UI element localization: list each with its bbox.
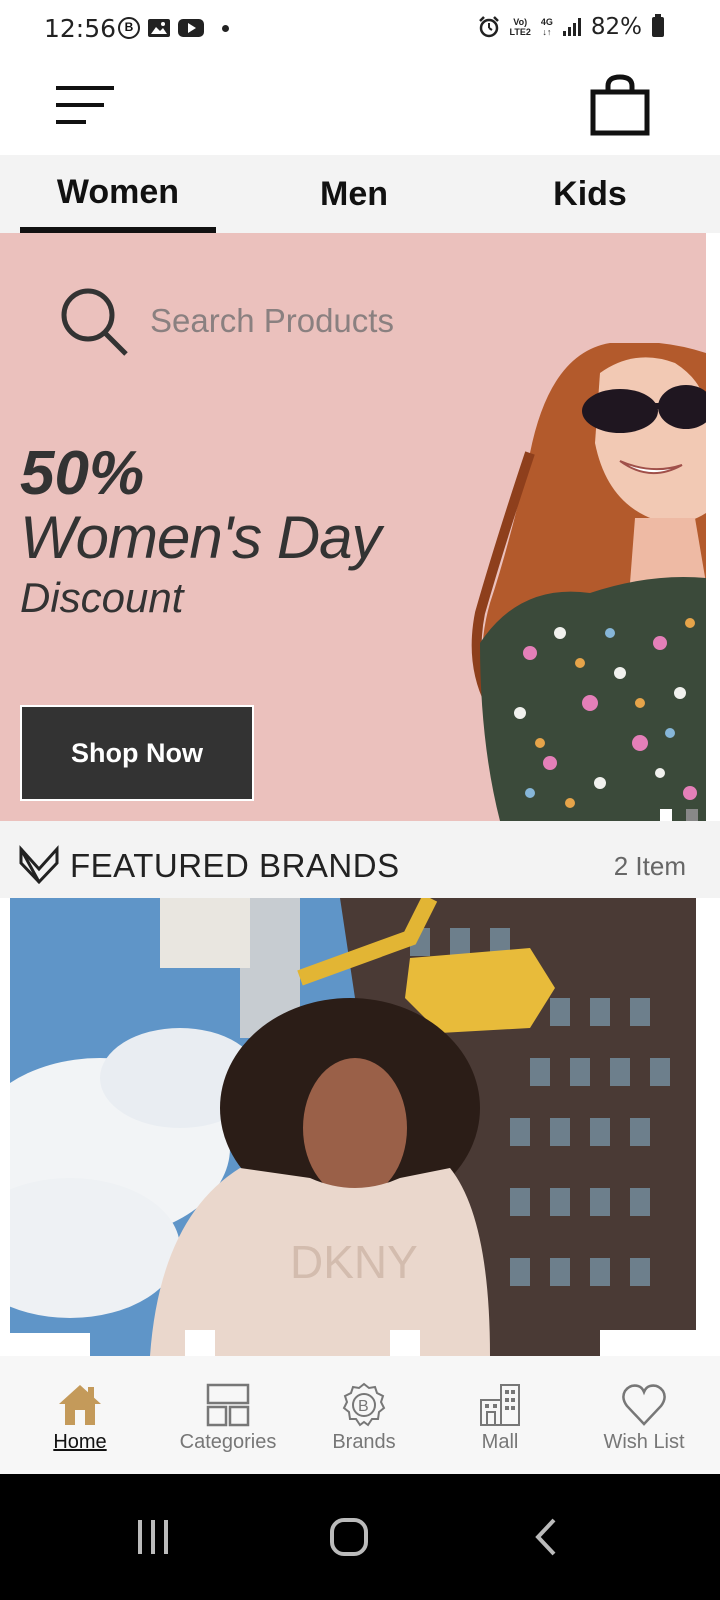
alarm-icon — [478, 16, 499, 38]
status-bar: 12:56 B Vo) LTE2 4G ↓↑ 82% — [0, 0, 720, 60]
youtube-notification-icon — [178, 19, 204, 37]
promo-percent: 50% — [20, 439, 145, 508]
promo-text: 50% Women's Day Discount — [20, 439, 382, 623]
carousel-dot[interactable] — [660, 809, 672, 821]
recent-apps-icon[interactable] — [128, 1512, 178, 1562]
nav-wishlist[interactable]: Wish List — [568, 1356, 720, 1474]
nav-categories[interactable]: Categories — [160, 1356, 296, 1474]
featured-brands-icon — [19, 845, 59, 885]
nav-brands-label: Brands — [332, 1431, 396, 1453]
shopping-bag-icon[interactable] — [590, 74, 650, 136]
hero-model-photo — [471, 343, 706, 821]
status-indicators: Vo) LTE2 4G ↓↑ 82% — [478, 14, 664, 40]
nav-home[interactable]: Home — [0, 1356, 160, 1474]
nav-mall-label: Mall — [481, 1431, 519, 1453]
featured-brands-count[interactable]: 2 Item — [614, 851, 686, 882]
hamburger-icon[interactable] — [56, 86, 114, 128]
more-notifications-dot-icon — [222, 24, 229, 32]
volte-indicator: Vo) LTE2 — [509, 17, 531, 37]
home-icon — [59, 1385, 101, 1425]
tab-kids[interactable]: Kids — [472, 155, 708, 233]
signal-strength-icon — [562, 18, 581, 36]
brand-banner-photo: DKNY — [10, 898, 696, 1356]
search-input[interactable]: Search Products — [150, 302, 394, 340]
promo-subtitle: Discount — [20, 574, 184, 621]
system-nav-bar — [0, 1474, 720, 1600]
network-type-indicator: 4G ↓↑ — [540, 17, 553, 37]
featured-brands-title: FEATURED BRANDS — [70, 847, 400, 884]
search-icon — [61, 288, 128, 356]
heart-icon — [622, 1384, 666, 1426]
gallery-notification-icon — [148, 19, 170, 37]
categories-icon — [206, 1383, 250, 1427]
home-button-icon[interactable] — [324, 1512, 374, 1562]
shop-now-button[interactable]: Shop Now — [20, 705, 254, 801]
gender-tabs: Women Men Kids — [0, 155, 720, 233]
hero-banner: Search Products 50% Women's Day Discount… — [0, 233, 706, 821]
promo-title: Women's Day — [20, 504, 382, 571]
nav-categories-label: Categories — [179, 1431, 277, 1453]
brand-banner[interactable]: DKNY — [10, 898, 696, 1356]
bottom-nav: Home Categories B Brands Mall Wish List — [0, 1356, 720, 1474]
mall-building-icon — [480, 1384, 520, 1426]
nav-home-label: Home — [53, 1431, 107, 1453]
carousel-dot[interactable] — [686, 809, 698, 821]
brands-badge-icon: B — [342, 1382, 386, 1427]
tab-women[interactable]: Women — [0, 155, 236, 233]
nav-mall[interactable]: Mall — [432, 1356, 568, 1474]
notification-icons: B — [118, 17, 229, 39]
back-icon[interactable] — [522, 1512, 572, 1562]
app-header — [0, 60, 720, 155]
sweater-logo-text: DKNY — [290, 1236, 418, 1288]
search-bar[interactable]: Search Products — [58, 285, 394, 357]
tab-men[interactable]: Men — [236, 155, 472, 233]
b-notification-icon: B — [118, 17, 140, 39]
battery-percent: 82% — [590, 14, 642, 40]
nav-brands[interactable]: B Brands — [296, 1356, 432, 1474]
carousel-indicator — [660, 809, 698, 821]
status-time: 12:56 — [44, 14, 117, 43]
nav-wishlist-label: Wish List — [603, 1431, 685, 1453]
featured-brands-header: FEATURED BRANDS 2 Item — [0, 821, 720, 898]
svg-text:B: B — [358, 1398, 369, 1415]
battery-icon — [652, 14, 664, 37]
